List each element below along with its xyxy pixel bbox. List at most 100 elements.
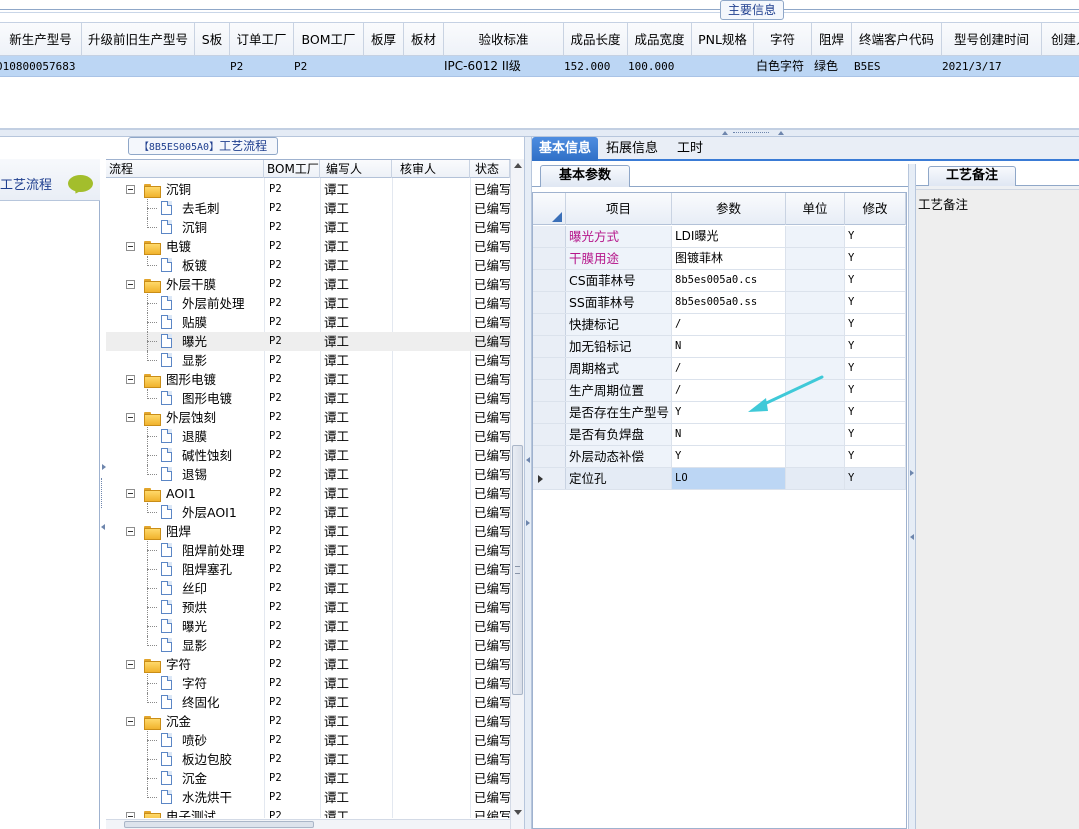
collapse-icon[interactable]	[126, 413, 135, 422]
flow-step-row[interactable]: 显影 P2 谭工 已编写	[106, 351, 510, 370]
param-unit-cell[interactable]	[786, 226, 845, 247]
flow-step-row[interactable]: 板边包胶 P2 谭工 已编写	[106, 750, 510, 769]
param-unit-cell[interactable]	[786, 292, 845, 313]
collapse-icon[interactable]	[126, 717, 135, 726]
cell-acceptance[interactable]: IPC-6012 II级	[444, 56, 564, 77]
param-modify-cell[interactable]: Y	[845, 292, 906, 313]
flow-step-name[interactable]: 曝光	[182, 617, 207, 636]
cell-length[interactable]: 152.000	[564, 56, 628, 77]
flow-step-name[interactable]: 阻焊塞孔	[182, 560, 232, 579]
flow-group-row[interactable]: 电镀 P2 谭工 已编写	[106, 237, 510, 256]
collapse-icon[interactable]	[126, 280, 135, 289]
flow-group-row[interactable]: 图形电镀 P2 谭工 已编写	[106, 370, 510, 389]
param-row[interactable]: SS面菲林号 8b5es005a0.ss Y	[533, 292, 906, 314]
collapse-right-icon[interactable]	[526, 520, 530, 526]
flow-step-row[interactable]: 水洗烘干 P2 谭工 已编写	[106, 788, 510, 807]
row-indicator[interactable]	[533, 336, 566, 357]
select-all-icon[interactable]	[552, 212, 562, 222]
param-modify-cell[interactable]: Y	[845, 336, 906, 357]
param-value-field[interactable]: 图镀菲林	[672, 248, 786, 269]
chat-bubble-icon[interactable]	[68, 175, 93, 192]
flow-step-name[interactable]: 图形电镀	[182, 389, 232, 408]
row-indicator-header[interactable]	[533, 193, 566, 225]
col-header-reviewer[interactable]: 核审人	[392, 160, 470, 178]
vertical-splitter[interactable]	[524, 137, 532, 829]
row-indicator[interactable]	[533, 380, 566, 401]
flow-group-row[interactable]: AOI1 P2 谭工 已编写	[106, 484, 510, 503]
flow-group-row[interactable]: 字符 P2 谭工 已编写	[106, 655, 510, 674]
flow-step-row[interactable]: 阻焊塞孔 P2 谭工 已编写	[106, 560, 510, 579]
flow-step-row[interactable]: 退膜 P2 谭工 已编写	[106, 427, 510, 446]
param-modify-cell[interactable]: Y	[845, 446, 906, 467]
row-indicator[interactable]	[533, 468, 566, 489]
flow-step-row[interactable]: 字符 P2 谭工 已编写	[106, 674, 510, 693]
param-modify-cell[interactable]: Y	[845, 314, 906, 335]
tab-basic-params[interactable]: 基本参数	[540, 165, 630, 187]
param-unit-cell[interactable]	[786, 468, 845, 489]
param-modify-cell[interactable]: Y	[845, 226, 906, 247]
collapse-icon[interactable]	[126, 242, 135, 251]
flow-step-row[interactable]: 沉铜 P2 谭工 已编写	[106, 218, 510, 237]
vertical-splitter[interactable]	[908, 164, 916, 829]
cell-bom-factory[interactable]: P2	[294, 56, 354, 77]
flow-step-row[interactable]: 预烘 P2 谭工 已编写	[106, 598, 510, 617]
param-unit-cell[interactable]	[786, 336, 845, 357]
col-header-pnl[interactable]: PNL规格	[692, 23, 754, 56]
flow-step-name[interactable]: 显影	[182, 351, 207, 370]
flow-step-name[interactable]: 阻焊	[166, 522, 191, 541]
vertical-splitter-grip[interactable]	[101, 478, 104, 508]
collapse-icon[interactable]	[126, 489, 135, 498]
col-header-character[interactable]: 字符	[754, 23, 812, 56]
flow-step-name[interactable]: 字符	[166, 655, 191, 674]
flow-step-name[interactable]: 板边包胶	[182, 750, 232, 769]
param-unit-cell[interactable]	[786, 424, 845, 445]
flow-group-row[interactable]: 电子测试 P2 谭工 已编写	[106, 807, 510, 818]
col-header-param[interactable]: 参数	[672, 193, 786, 225]
collapse-icon[interactable]	[126, 812, 135, 818]
flow-step-row[interactable]: 喷砂 P2 谭工 已编写	[106, 731, 510, 750]
flow-step-name[interactable]: 图形电镀	[166, 370, 216, 389]
collapse-icon[interactable]	[126, 185, 135, 194]
row-indicator[interactable]	[533, 424, 566, 445]
row-indicator[interactable]	[533, 358, 566, 379]
col-header-material[interactable]: 板材	[404, 23, 444, 56]
flow-step-row[interactable]: 外层AOI1 P2 谭工 已编写	[106, 503, 510, 522]
scroll-up-icon[interactable]	[514, 163, 522, 168]
col-header-status[interactable]: 状态	[470, 160, 510, 178]
scrollbar-thumb[interactable]	[512, 445, 523, 695]
param-modify-cell[interactable]: Y	[845, 424, 906, 445]
splitter-grip[interactable]	[733, 132, 769, 135]
param-value-field[interactable]: 8b5es005a0.ss	[672, 292, 786, 313]
col-header-customer-code[interactable]: 终端客户代码	[852, 23, 942, 56]
col-header-new-model[interactable]: 新生产型号	[0, 23, 82, 56]
flow-group-row[interactable]: 阻焊 P2 谭工 已编写	[106, 522, 510, 541]
col-header-flow[interactable]: 流程	[106, 160, 264, 178]
splitter-up-icon[interactable]	[722, 131, 728, 135]
param-value-field[interactable]: LDI曝光	[672, 226, 786, 247]
param-modify-cell[interactable]: Y	[845, 358, 906, 379]
param-value-field[interactable]: N	[672, 336, 786, 357]
flow-step-name[interactable]: 沉金	[166, 712, 191, 731]
param-value-field[interactable]: Y	[672, 446, 786, 467]
flow-step-row[interactable]: 曝光 P2 谭工 已编写	[106, 332, 510, 351]
col-header-modify[interactable]: 修改	[845, 193, 906, 225]
splitter-up-icon[interactable]	[778, 131, 784, 135]
col-header-creator[interactable]: 创建人	[1042, 23, 1079, 56]
collapse-left-icon[interactable]	[910, 534, 914, 540]
flow-step-name[interactable]: 预烘	[182, 598, 207, 617]
row-indicator[interactable]	[533, 248, 566, 269]
flow-step-row[interactable]: 曝光 P2 谭工 已编写	[106, 617, 510, 636]
left-nav-title[interactable]: 工艺流程	[0, 174, 52, 193]
param-row[interactable]: 周期格式 / Y	[533, 358, 906, 380]
flow-step-name[interactable]: 沉金	[182, 769, 207, 788]
param-modify-cell[interactable]: Y	[845, 270, 906, 291]
process-remarks-field[interactable]	[916, 189, 1079, 829]
cell-solder-mask[interactable]: 绿色	[814, 56, 854, 77]
col-header-bom[interactable]: BOM工厂	[264, 160, 320, 178]
flow-step-name[interactable]: 退锡	[182, 465, 207, 484]
row-indicator[interactable]	[533, 292, 566, 313]
col-header-item[interactable]: 项目	[566, 193, 672, 225]
flow-step-row[interactable]: 板镀 P2 谭工 已编写	[106, 256, 510, 275]
flow-step-name[interactable]: 电镀	[166, 237, 191, 256]
flow-step-name[interactable]: 丝印	[182, 579, 207, 598]
